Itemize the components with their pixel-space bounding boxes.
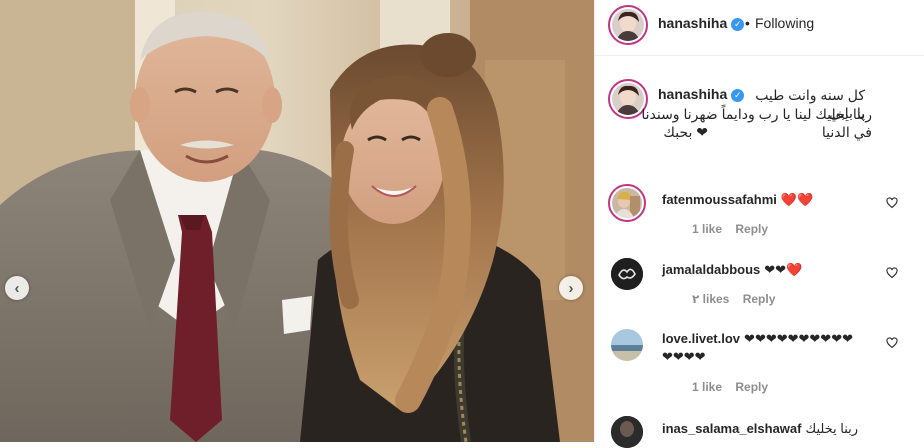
comment-text-continued: ❤❤❤❤ bbox=[662, 349, 706, 364]
heart-outline-icon bbox=[886, 267, 898, 279]
chevron-right-icon: › bbox=[568, 279, 574, 297]
carousel-prev-button[interactable]: ‹ bbox=[5, 276, 29, 300]
comment-text: ❤❤❤❤❤❤❤❤❤❤ bbox=[744, 331, 853, 346]
comment-like-count[interactable]: 1 like bbox=[692, 380, 722, 394]
comment-1: fatenmoussafahmi ❤️❤️ bbox=[662, 192, 813, 208]
comment-username[interactable]: love.livet.lov bbox=[662, 331, 740, 346]
comment-text: ربنا يخليك bbox=[805, 421, 859, 436]
comment-like-button[interactable] bbox=[886, 337, 900, 351]
header-username[interactable]: hanashiha ✓ bbox=[658, 15, 745, 31]
reply-button[interactable]: Reply bbox=[735, 222, 768, 236]
comment-username[interactable]: inas_salama_elshawaf bbox=[662, 421, 801, 436]
comment-meta: 1 like Reply bbox=[692, 380, 768, 394]
comment-username[interactable]: fatenmoussafahmi bbox=[662, 192, 777, 207]
comment-4: inas_salama_elshawaf ربنا يخليك bbox=[662, 421, 858, 437]
comment-3: love.livet.lov ❤❤❤❤❤❤❤❤❤❤ bbox=[662, 331, 853, 347]
caption-username[interactable]: hanashiha ✓ bbox=[658, 86, 745, 102]
comment-text: ❤️❤️ bbox=[780, 192, 814, 207]
author-avatar-image bbox=[612, 9, 644, 41]
comment-avatar-image bbox=[611, 258, 643, 290]
comment-text: ❤❤❤️ bbox=[764, 262, 803, 277]
reply-button[interactable]: Reply bbox=[735, 380, 768, 394]
comment-avatar-image bbox=[611, 329, 643, 361]
comment-like-button[interactable] bbox=[886, 267, 900, 281]
post-side-panel bbox=[594, 0, 924, 442]
comment-avatar-image bbox=[612, 188, 642, 218]
verified-badge-icon: ✓ bbox=[731, 89, 745, 102]
comment-meta: 1 like Reply bbox=[692, 222, 768, 236]
verified-badge-icon: ✓ bbox=[731, 18, 745, 31]
author-avatar[interactable] bbox=[608, 5, 648, 45]
comment-like-count[interactable]: 1 like bbox=[692, 222, 722, 236]
comment-like-count[interactable]: ٢ likes bbox=[692, 292, 729, 306]
header-username-text[interactable]: hanashiha bbox=[658, 15, 727, 31]
caption-line-3: ❤ بحبك bbox=[663, 124, 708, 140]
comment-username[interactable]: jamalaldabbous bbox=[662, 262, 760, 277]
header-separator: • bbox=[745, 15, 750, 31]
comment-avatar[interactable] bbox=[608, 184, 646, 222]
comment-avatar[interactable] bbox=[611, 258, 643, 290]
comment-like-button[interactable] bbox=[886, 197, 900, 211]
caption-username-text[interactable]: hanashiha bbox=[658, 86, 727, 102]
comment-meta: ٢ likes Reply bbox=[692, 292, 775, 306]
heart-outline-icon bbox=[886, 197, 898, 209]
heart-outline-icon bbox=[886, 337, 898, 349]
post-photo[interactable]: ‹ › bbox=[0, 0, 594, 442]
following-button[interactable]: Following bbox=[755, 15, 814, 31]
comment-2: jamalaldabbous ❤❤❤️ bbox=[662, 262, 802, 278]
photo-illustration bbox=[0, 0, 594, 442]
comment-avatar[interactable] bbox=[611, 329, 643, 361]
comment-avatar-image bbox=[611, 416, 643, 448]
carousel-next-button[interactable]: › bbox=[559, 276, 583, 300]
reply-button[interactable]: Reply bbox=[743, 292, 776, 306]
chevron-left-icon: ‹ bbox=[14, 279, 20, 297]
comment-avatar[interactable] bbox=[611, 416, 643, 448]
